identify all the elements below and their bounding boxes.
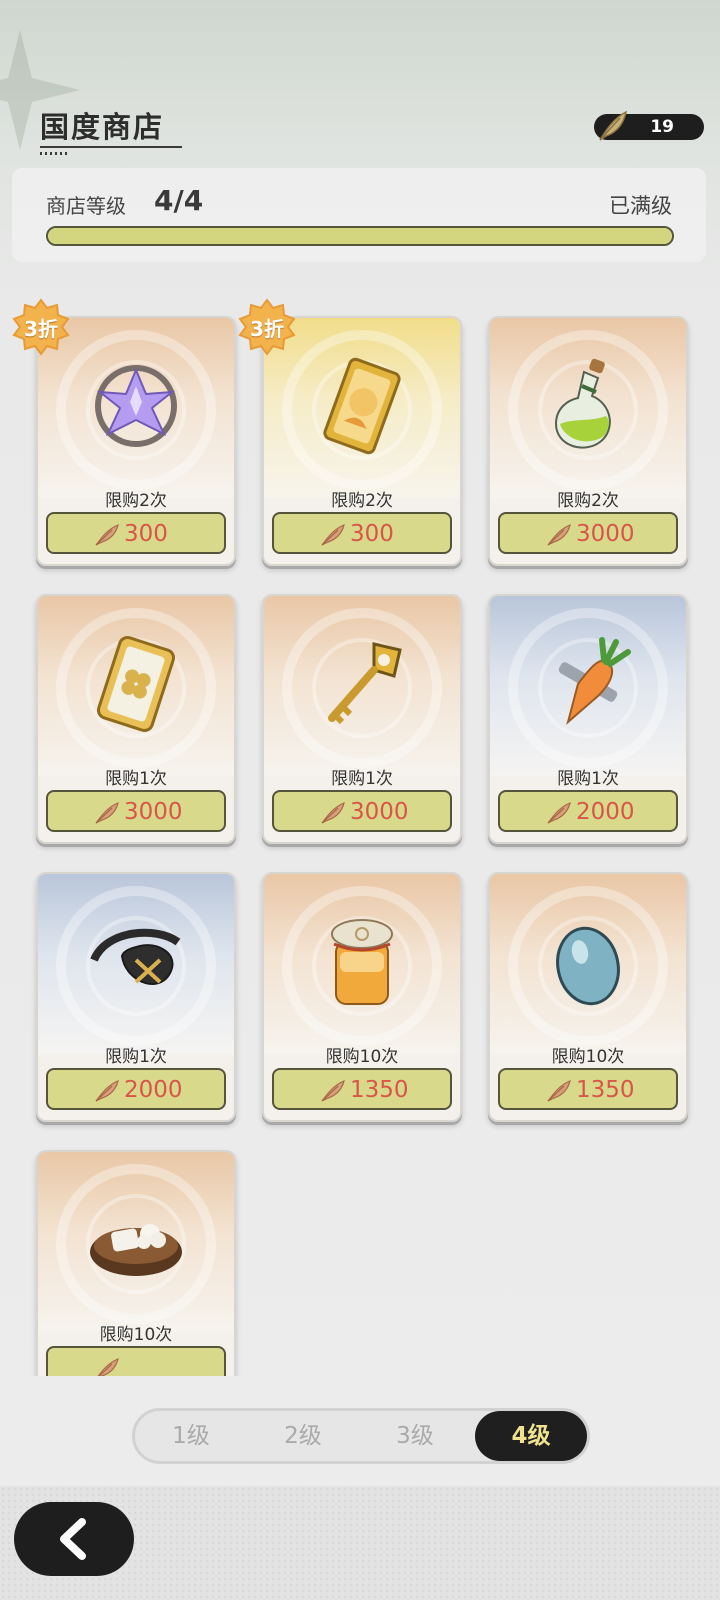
purchase-limit: 限购2次 (331, 491, 393, 511)
shop-level-panel: 商店等级 4/4 已满级 (12, 168, 706, 262)
item-art (38, 596, 234, 776)
currency-count: 19 (650, 117, 674, 137)
discount-label: 3折 (24, 317, 58, 341)
price-value: 1350 (350, 1077, 409, 1103)
shop-item-card[interactable]: 限购1次 2000 (488, 594, 688, 844)
item-art (264, 596, 460, 776)
price-value: 300 (350, 521, 394, 547)
level-progress-fill (48, 228, 672, 244)
level-progress-bar (46, 226, 674, 246)
purchase-limit: 限购10次 (551, 1047, 625, 1067)
buy-button[interactable]: 2000 (498, 790, 678, 832)
feather-icon (321, 802, 345, 824)
key-icon (328, 642, 402, 725)
price-value: 2000 (576, 799, 635, 825)
item-art (38, 874, 234, 1054)
item-art (490, 874, 686, 1054)
card-icon (323, 357, 401, 455)
potion-icon (554, 358, 611, 449)
item-art (490, 596, 686, 776)
feather-icon (95, 524, 119, 546)
item-art (490, 318, 686, 498)
discount-badge: 3折 (12, 298, 70, 356)
feather-icon (321, 1080, 345, 1102)
chevron-left-icon (60, 1518, 86, 1560)
buy-button[interactable]: 3000 (46, 790, 226, 832)
feather-icon (321, 524, 345, 546)
buy-button[interactable]: 3000 (272, 790, 452, 832)
buy-button[interactable]: 3000 (498, 512, 678, 554)
purchase-limit: 限购10次 (325, 1047, 399, 1067)
eyepatch-icon (90, 928, 181, 985)
title-underline (40, 146, 182, 148)
level-tab-bar: 1级 2级 3级 4级 (132, 1408, 590, 1464)
purchase-limit: 限购2次 (557, 491, 619, 511)
price-value: 3000 (576, 521, 635, 547)
buy-button[interactable]: 2000 (46, 1068, 226, 1110)
purchase-limit: 限购1次 (557, 769, 619, 789)
shop-level-label: 商店等级 (46, 194, 126, 218)
purchase-limit: 限购1次 (105, 1047, 167, 1067)
feather-icon (547, 1080, 571, 1102)
shop-item-card[interactable]: 限购10次 1350 (488, 872, 688, 1122)
shop-level-value: 4/4 (154, 184, 204, 217)
price-value: 1350 (576, 1077, 635, 1103)
currency-balance[interactable]: 19 (594, 110, 704, 141)
buy-button[interactable]: 300 (46, 512, 226, 554)
feather-icon (547, 524, 571, 546)
feather-icon (97, 1358, 119, 1376)
shop-item-card[interactable]: 限购10次 1350 (262, 872, 462, 1122)
shop-level-status: 已满级 (609, 194, 672, 218)
page-title: 国度商店 (40, 110, 165, 144)
price-value: 3000 (350, 799, 409, 825)
purchase-limit: 限购2次 (105, 491, 167, 511)
shop-item-grid: 限购2次 300 3折 限购2次 300 3折 限购2次 3000 限购1次 3000 限购1次 30… (0, 296, 720, 1376)
tofu-bowl-icon (90, 1224, 182, 1276)
crystal-icon (95, 365, 177, 447)
buy-button[interactable] (46, 1346, 226, 1376)
tab-level-4[interactable]: 4级 (475, 1411, 587, 1461)
item-art (264, 874, 460, 1054)
feather-icon (547, 802, 571, 824)
shop-item-card[interactable]: 限购2次 3000 (488, 316, 688, 566)
shop-item-card[interactable]: 限购10次 (36, 1150, 236, 1376)
shop-item-card[interactable]: 限购1次 3000 (36, 594, 236, 844)
item-art (38, 1152, 234, 1332)
shop-item-card[interactable]: 限购1次 2000 (36, 872, 236, 1122)
honey-jar-icon (331, 919, 393, 1005)
egg-icon (556, 926, 620, 1006)
price-value: 2000 (124, 1077, 183, 1103)
feather-icon (95, 1080, 119, 1102)
tab-level-3[interactable]: 3级 (359, 1411, 471, 1461)
price-value: 3000 (124, 799, 183, 825)
clover-ticket-icon (96, 635, 176, 733)
feather-icon (599, 110, 628, 141)
tab-level-2[interactable]: 2级 (247, 1411, 359, 1461)
discount-badge: 3折 (238, 298, 296, 356)
purchase-limit: 限购10次 (99, 1325, 173, 1345)
buy-button[interactable]: 1350 (498, 1068, 678, 1110)
discount-label: 3折 (250, 317, 284, 341)
page-header: 国度商店 (40, 104, 182, 155)
shop-item-card[interactable]: 限购1次 3000 (262, 594, 462, 844)
price-value: 300 (124, 521, 168, 547)
carrot-icon (558, 637, 631, 725)
purchase-limit: 限购1次 (331, 769, 393, 789)
purchase-limit: 限购1次 (105, 769, 167, 789)
title-dots (40, 152, 70, 155)
tab-level-1[interactable]: 1级 (135, 1411, 247, 1461)
back-button[interactable] (14, 1502, 134, 1576)
buy-button[interactable]: 1350 (272, 1068, 452, 1110)
buy-button[interactable]: 300 (272, 512, 452, 554)
feather-icon (95, 802, 119, 824)
